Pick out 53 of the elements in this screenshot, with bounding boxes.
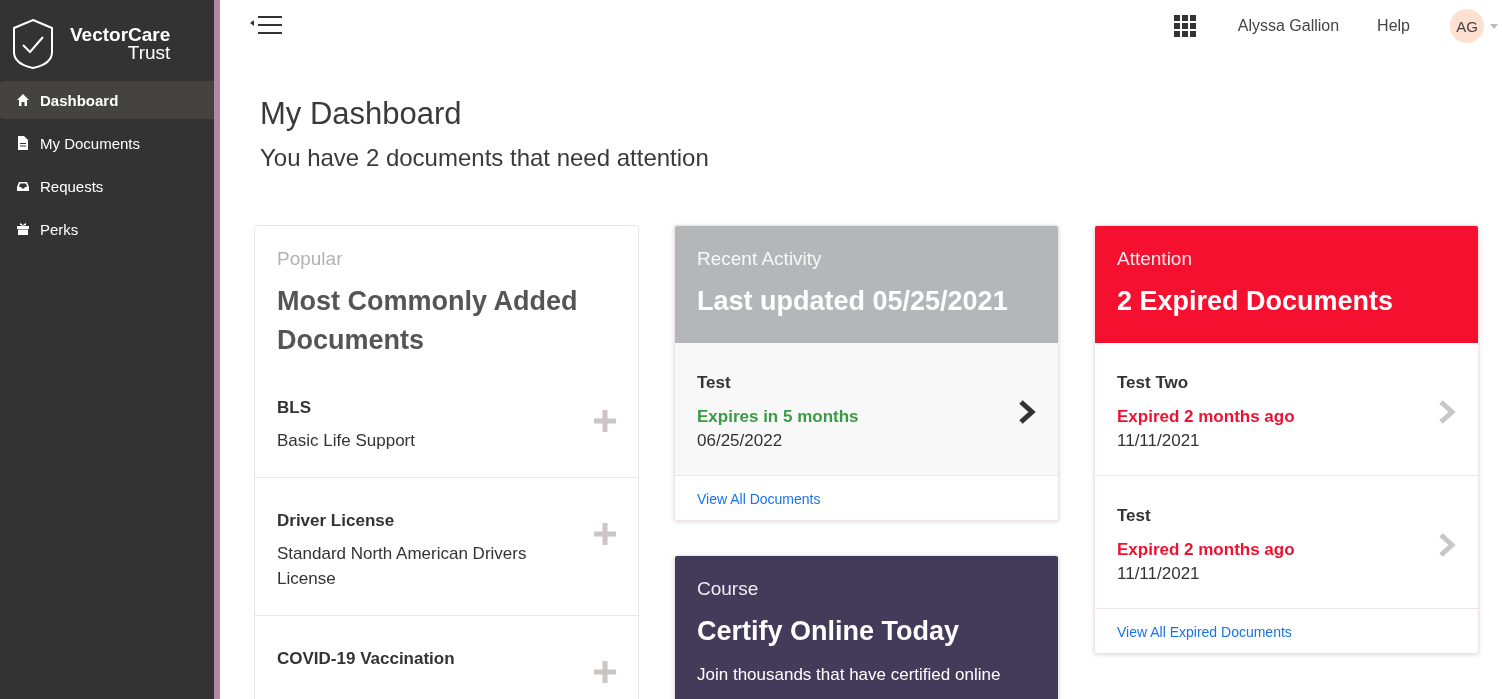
help-link[interactable]: Help <box>1377 17 1410 35</box>
card-text: Join thousands that have certified online <box>697 665 1002 685</box>
card-title: Certify Online Today <box>697 615 961 648</box>
document-description: Standard North American Drivers License <box>277 543 528 590</box>
document-date: 06/25/2022 <box>697 431 784 451</box>
document-status: Expired 2 months ago <box>1117 407 1296 427</box>
view-all-link[interactable]: View All Expired Documents <box>1117 624 1292 640</box>
card-label: Recent Activity <box>697 248 823 270</box>
chevron-right-icon <box>1018 399 1036 425</box>
document-status: Expired 2 months ago <box>1117 540 1296 560</box>
brand-subtitle: Trust <box>127 44 171 62</box>
shield-check-icon <box>12 18 54 70</box>
file-icon <box>16 136 30 150</box>
card-label: Attention <box>1117 248 1193 270</box>
document-status: Expires in 5 months <box>697 407 860 427</box>
page-subtitle: You have 2 documents that need attention <box>260 144 710 172</box>
gift-icon <box>16 222 30 236</box>
card-title: 2 Expired Documents <box>1117 285 1395 318</box>
plus-icon[interactable] <box>594 661 616 683</box>
document-name: COVID-19 Vaccination <box>277 649 456 669</box>
document-date: 11/11/2021 <box>1117 431 1201 451</box>
card-title: Most Commonly Added Documents <box>277 285 579 357</box>
document-row[interactable]: Test Two Expired 2 months ago 11/11/2021 <box>1095 343 1478 476</box>
plus-icon[interactable] <box>594 410 616 432</box>
sidebar-item[interactable]: My Documents <box>0 124 214 162</box>
sidebar-item[interactable]: Dashboard <box>0 81 214 119</box>
user-name-link[interactable]: Alyssa Gallion <box>1237 17 1340 35</box>
app-grid-icon[interactable] <box>1173 15 1196 37</box>
page-title: My Dashboard <box>260 96 463 132</box>
inbox-icon <box>16 179 30 193</box>
document-row[interactable]: Test Expired 2 months ago 11/11/2021 <box>1095 476 1478 609</box>
user-avatar[interactable]: AG <box>1450 9 1484 43</box>
document-description: Basic Life Support <box>277 430 416 452</box>
sidebar-item[interactable]: Requests <box>0 167 214 205</box>
document-name: Driver License <box>277 511 396 531</box>
sidebar-item[interactable]: Perks <box>0 210 214 248</box>
document-date: 11/11/2021 <box>1117 564 1201 584</box>
chevron-right-icon <box>1438 532 1456 558</box>
brand-name: VectorCare <box>70 26 171 44</box>
document-name: Test Two <box>1117 373 1190 393</box>
document-name: Test <box>1117 506 1152 526</box>
card-label: Popular <box>277 248 344 270</box>
view-all-link[interactable]: View All Documents <box>697 491 821 507</box>
document-name: Test <box>697 373 732 393</box>
menu-collapse-button[interactable] <box>248 16 284 36</box>
home-icon <box>16 93 30 107</box>
chevron-right-icon <box>1438 399 1456 425</box>
card-title: Last updated 05/25/2021 <box>697 285 1009 318</box>
document-name: BLS <box>277 398 312 418</box>
caret-icon[interactable] <box>1490 23 1498 29</box>
plus-icon[interactable] <box>594 523 616 545</box>
document-row[interactable]: Test Expires in 5 months 06/25/2022 <box>675 343 1058 476</box>
card-label: Course <box>697 578 760 600</box>
